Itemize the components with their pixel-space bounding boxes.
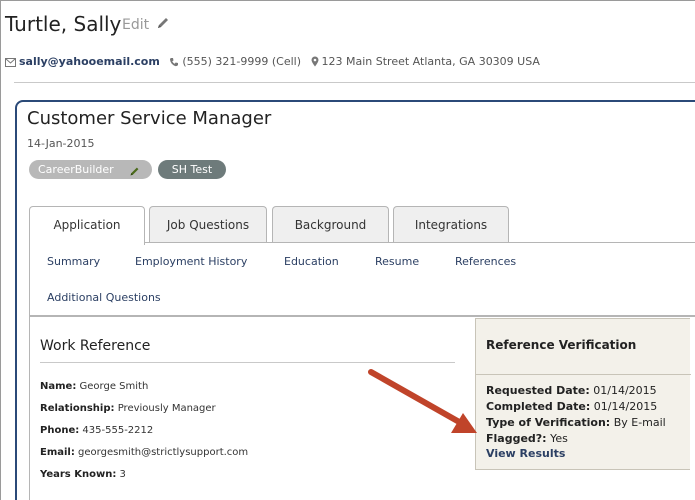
contact-line: sally@yahooemail.com (555) 321-9999 (Cel… — [5, 55, 540, 70]
phone-number: (555) 321-9999 (Cell) — [182, 55, 302, 68]
verification-field: Requested Date: 01/14/2015 — [486, 384, 657, 397]
candidate-name: Turtle, Sally — [5, 12, 122, 36]
reference-field: Phone: 435-555-2212 — [40, 425, 154, 436]
subnav-employment-history[interactable]: Employment History — [135, 255, 247, 268]
view-results-link[interactable]: View Results — [486, 447, 565, 460]
pencil-icon[interactable] — [129, 164, 140, 183]
subnav-additional-questions[interactable]: Additional Questions — [47, 291, 161, 304]
verification-field: Flagged?: Yes — [486, 432, 568, 445]
subnav-resume[interactable]: Resume — [375, 255, 419, 268]
work-reference-title: Work Reference — [40, 338, 151, 354]
tag-careerbuilder[interactable]: CareerBuilder — [29, 160, 152, 179]
header-divider — [14, 82, 695, 83]
job-date: 14-Jan-2015 — [27, 137, 95, 150]
reference-field: Relationship: Previously Manager — [40, 403, 216, 414]
tab-job-questions[interactable]: Job Questions — [149, 206, 267, 243]
subnav-education[interactable]: Education — [284, 255, 339, 268]
edit-link[interactable]: Edit — [122, 17, 149, 33]
tag-sh-test[interactable]: SH Test — [158, 160, 226, 179]
envelope-icon — [5, 57, 16, 70]
phone-icon — [169, 57, 179, 70]
reference-field: Email: georgesmith@strictlysupport.com — [40, 447, 249, 458]
reference-field: Name: George Smith — [40, 381, 149, 392]
verification-field: Completed Date: 01/14/2015 — [486, 400, 658, 413]
tab-background[interactable]: Background — [272, 206, 389, 243]
annotation-arrow — [368, 369, 477, 433]
tag-label: CareerBuilder — [38, 163, 114, 176]
subnav-summary[interactable]: Summary — [47, 255, 100, 268]
email-link[interactable]: sally@yahooemail.com — [19, 55, 160, 68]
job-title: Customer Service Manager — [27, 108, 272, 129]
pencil-icon[interactable] — [156, 15, 170, 34]
work-reference-divider — [40, 362, 455, 363]
reference-field: Years Known: 3 — [40, 469, 126, 480]
subnav-references[interactable]: References — [455, 255, 516, 268]
tab-application[interactable]: Application — [29, 206, 145, 245]
verification-field: Type of Verification: By E-mail — [486, 416, 666, 429]
map-pin-icon — [311, 56, 319, 70]
sub-navigation — [29, 242, 695, 316]
address: 123 Main Street Atlanta, GA 30309 USA — [321, 55, 540, 68]
verification-title: Reference Verification — [486, 338, 637, 352]
verification-divider — [476, 374, 691, 375]
tab-integrations[interactable]: Integrations — [393, 206, 509, 243]
